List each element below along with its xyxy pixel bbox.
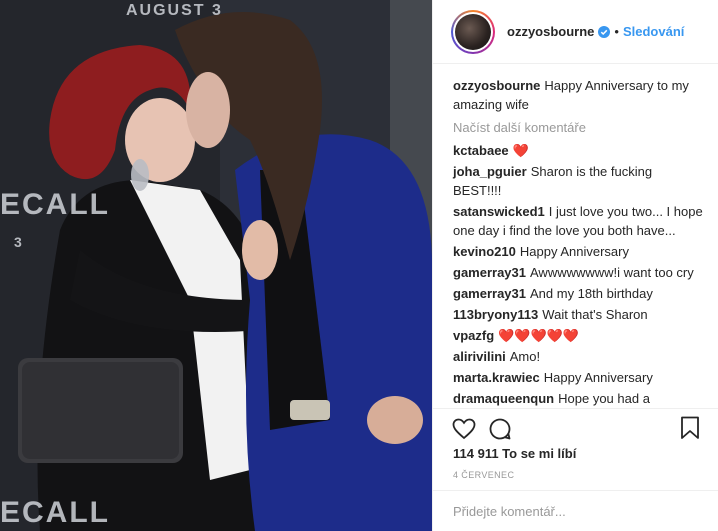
comment-item: 113bryony113 Wait that's Sharon xyxy=(453,305,703,324)
comment-text: Amo! xyxy=(509,349,541,364)
comment-username[interactable]: vpazfg xyxy=(453,328,494,343)
post-date[interactable]: 4 ČERVENEC xyxy=(453,470,514,480)
verified-badge-icon xyxy=(598,25,611,38)
add-comment-input[interactable] xyxy=(453,503,693,519)
backdrop-text-date: AUGUST 3 xyxy=(126,2,223,19)
backdrop-text-title: ECALL xyxy=(0,188,110,221)
comment-username[interactable]: dramaqueenqun xyxy=(453,391,554,406)
header-username[interactable]: ozzyosbourne xyxy=(507,24,594,39)
comment-item: gamerray31 Awwwwwwww!i want too cry xyxy=(453,263,703,282)
caption: ozzyosbourne Happy Anniversary to my amaz… xyxy=(453,76,703,114)
comment-item: joha_pguier Sharon is the fucking BEST!!!… xyxy=(453,162,703,200)
comment-username[interactable]: 113bryony113 xyxy=(453,307,538,322)
bookmark-icon xyxy=(681,416,699,439)
header-separator: • xyxy=(614,24,619,39)
comment-text: Happy Anniversary xyxy=(543,370,653,385)
comment-item: gamerray31 And my 18th birthday xyxy=(453,284,703,303)
comment-username[interactable]: gamerray31 xyxy=(453,286,526,301)
follow-button[interactable]: Sledování xyxy=(623,24,684,39)
load-more-comments-link[interactable]: Načíst další komentáře xyxy=(453,120,703,135)
comment-username[interactable]: kevino210 xyxy=(453,244,516,259)
like-button[interactable] xyxy=(451,416,477,442)
comment-item: dramaqueenqun Hope you had a xyxy=(453,389,703,408)
backdrop-text-number: 3 xyxy=(14,234,24,250)
comment-text: Awwwwwwww!i want too cry xyxy=(530,265,694,280)
likes-count[interactable]: 114 911 To se mi líbí xyxy=(453,446,576,461)
comment-item: vpazfg ❤️❤️❤️❤️❤️ xyxy=(453,326,703,345)
comment-text: Wait that's Sharon xyxy=(542,307,648,322)
comment-item: marta.krawiec Happy Anniversary xyxy=(453,368,703,387)
comment-username[interactable]: kctabaee xyxy=(453,143,509,158)
comments-list[interactable]: ozzyosbourne Happy Anniversary to my amaz… xyxy=(433,64,718,408)
comment-item: kctabaee ❤️ xyxy=(453,141,703,160)
photo-illustration xyxy=(0,0,432,531)
comment-username[interactable]: alirivilini xyxy=(453,349,506,364)
comment-item: kevino210 Happy Anniversary xyxy=(453,242,703,261)
comment-bubble-icon xyxy=(489,418,511,439)
add-comment-bar xyxy=(433,490,718,531)
post-header: ozzyosbourne • Sledování xyxy=(433,0,718,64)
post-side-panel: ozzyosbourne • Sledování ozzyosbourne Hap… xyxy=(432,0,718,531)
caption-username[interactable]: ozzyosbourne xyxy=(453,78,540,93)
comment-button[interactable] xyxy=(487,416,513,442)
heart-icon xyxy=(452,418,476,439)
comment-item: alirivilini Amo! xyxy=(453,347,703,366)
save-button[interactable] xyxy=(677,415,703,441)
comment-text: Hope you had a xyxy=(558,391,650,406)
backdrop-text-title-lower: ECALL xyxy=(0,496,110,529)
comment-text: And my 18th birthday xyxy=(530,286,653,301)
comment-username[interactable]: marta.krawiec xyxy=(453,370,540,385)
comment-text: ❤️ xyxy=(512,143,529,158)
comment-text: Happy Anniversary xyxy=(519,244,629,259)
post-photo[interactable]: AUGUST 3 ECALL 3 ECALL xyxy=(0,0,432,531)
comment-username[interactable]: satanswicked1 xyxy=(453,204,545,219)
comment-text: ❤️❤️❤️❤️❤️ xyxy=(498,328,580,343)
comment-username[interactable]: joha_pguier xyxy=(453,164,527,179)
comment-item: satanswicked1 I just love you two... I ho… xyxy=(453,202,703,240)
avatar[interactable] xyxy=(451,9,495,54)
post-actions xyxy=(433,408,718,448)
comment-username[interactable]: gamerray31 xyxy=(453,265,526,280)
